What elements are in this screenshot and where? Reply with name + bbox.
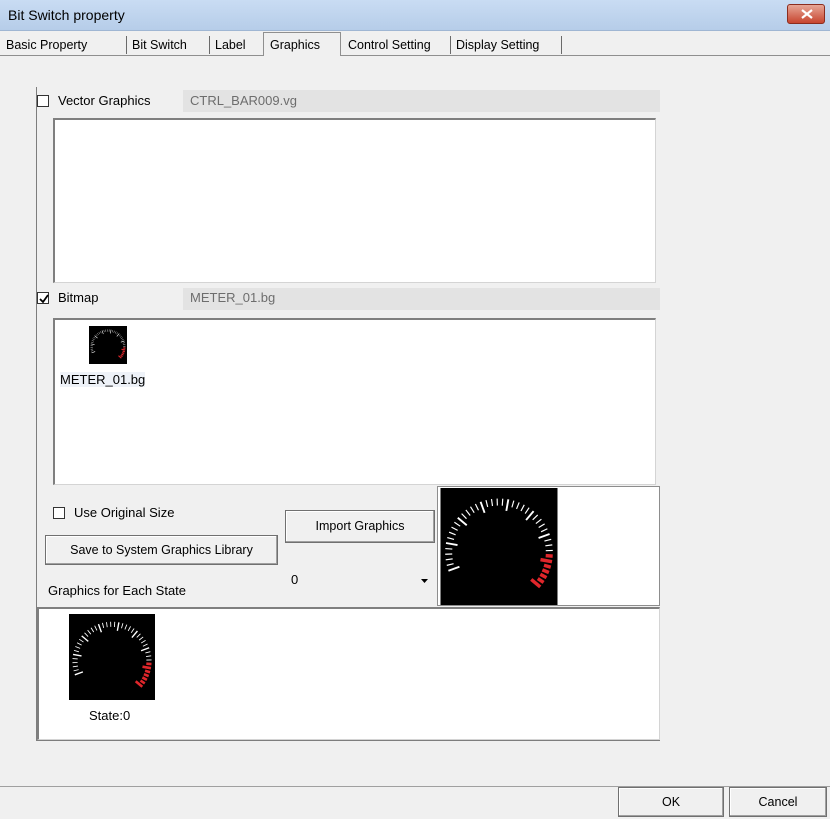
cancel-button[interactable]: Cancel (729, 787, 827, 817)
tab-graphics[interactable]: Graphics (263, 32, 341, 56)
state-select[interactable]: 0 (285, 570, 436, 592)
close-button[interactable] (787, 4, 825, 24)
gauge-tick (143, 672, 150, 678)
chevron-down-icon (421, 579, 428, 583)
gauge-tick (122, 350, 125, 353)
tab-separator (126, 36, 127, 54)
gauge-tick (540, 557, 553, 564)
state-select-value: 0 (291, 572, 299, 587)
gauge-tick (142, 665, 152, 670)
bitmap-thumbnail[interactable] (89, 326, 127, 364)
title-bar: Bit Switch property (0, 0, 830, 31)
vector-graphics-filename: CTRL_BAR009.vg (190, 93, 297, 108)
preview-gauge (440, 488, 558, 605)
tab-separator (561, 36, 562, 54)
gauge-tick (121, 348, 126, 351)
tab-strip-line (0, 55, 830, 56)
bitmap-label: Bitmap (58, 290, 99, 305)
close-icon (801, 9, 813, 19)
tab-separator (450, 36, 451, 54)
tab-bit-switch[interactable]: Bit Switch (128, 35, 191, 55)
graphics-each-state-label: Graphics for Each State (48, 583, 187, 598)
use-original-size-checkbox[interactable] (53, 507, 65, 519)
gauge-tick (144, 669, 151, 674)
meter-gauge-icon (69, 614, 155, 700)
checkmark-icon (39, 294, 49, 304)
tab-control-setting[interactable]: Control Setting (344, 35, 435, 55)
vector-graphics-checkbox[interactable] (37, 95, 49, 107)
gauge-tick (541, 568, 550, 575)
bitmap-filename: METER_01.bg (190, 290, 276, 305)
tab-display-setting[interactable]: Display Setting (452, 35, 543, 55)
vector-graphics-list[interactable] (53, 118, 656, 283)
window-title: Bit Switch property (8, 7, 125, 23)
gauge-tick (121, 352, 125, 354)
import-graphics-button[interactable]: Import Graphics (285, 510, 435, 543)
meter-gauge-icon (440, 488, 558, 605)
bitmap-list[interactable]: METER_01.bg (53, 318, 656, 485)
state-graphics-list[interactable]: State:0 (37, 607, 660, 740)
tab-basic-property[interactable]: Basic Property (2, 35, 91, 55)
state-thumbnail-label: State:0 (89, 708, 131, 723)
tab-separator (209, 36, 210, 54)
graphic-preview (437, 486, 660, 606)
ok-button[interactable]: OK (618, 787, 724, 817)
bitmap-checkbox[interactable] (37, 292, 49, 304)
use-original-size-label: Use Original Size (74, 505, 175, 520)
meter-gauge-icon (89, 326, 127, 364)
vector-graphics-label: Vector Graphics (58, 93, 151, 108)
tab-label[interactable]: Label (211, 35, 250, 55)
gauge-tick (543, 563, 552, 569)
bitmap-thumbnail-label: METER_01.bg (60, 372, 146, 387)
panel-frame (36, 740, 660, 741)
state-thumbnail[interactable] (69, 614, 155, 700)
save-to-library-button[interactable]: Save to System Graphics Library (45, 535, 278, 565)
